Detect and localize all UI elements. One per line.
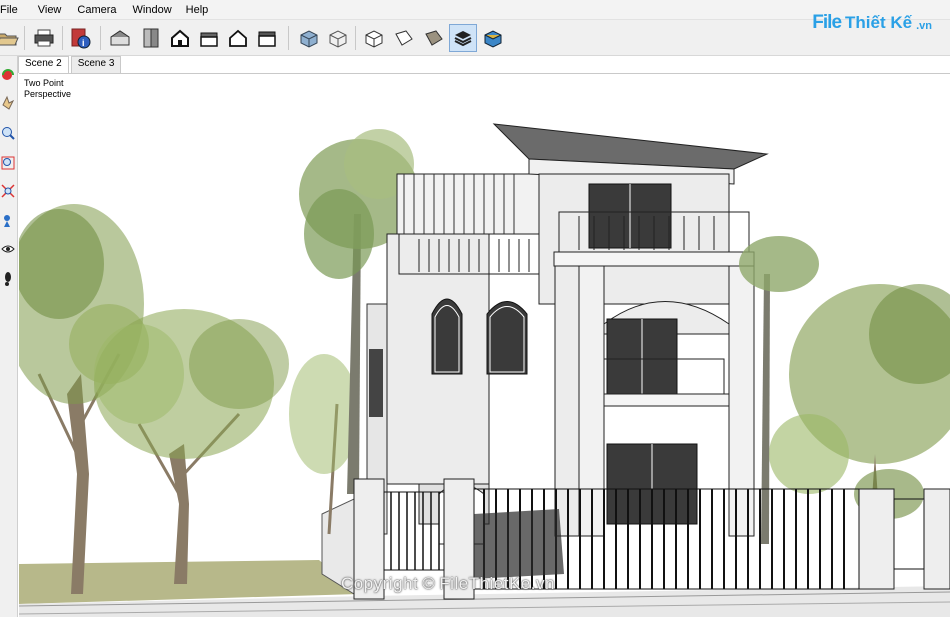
menu-window[interactable]: Window <box>125 4 180 16</box>
camera-mode-label: Two Point Perspective <box>24 78 71 100</box>
tree-left-2 <box>94 309 289 584</box>
logo-suffix-text: .vn <box>916 19 932 32</box>
back-view-icon[interactable] <box>224 24 252 52</box>
look-around-icon[interactable] <box>0 238 16 260</box>
print-icon[interactable] <box>30 24 58 52</box>
back-edges-style-icon[interactable] <box>479 24 507 52</box>
model-viewport[interactable]: Two Point Perspective Copyright © FileThie… <box>19 73 950 617</box>
copyright-watermark: Copyright © FileThietKe.vn <box>341 574 555 594</box>
tab-scene-3[interactable]: Scene 3 <box>70 56 122 73</box>
menu-camera[interactable]: Camera <box>69 4 124 16</box>
main-toolbar: i <box>0 20 950 56</box>
site-logo: File Thiết Kế .vn <box>812 12 932 34</box>
hidden-line-style-icon[interactable] <box>360 24 388 52</box>
walk-icon[interactable] <box>0 268 16 290</box>
open-icon[interactable] <box>0 24 22 52</box>
menu-bar: File View Camera Window Help <box>0 0 950 20</box>
camera-mode-line1: Two Point <box>24 78 64 88</box>
shaded-textures-style-icon[interactable] <box>420 24 448 52</box>
watermark-site-text: FileThietKe.vn <box>439 574 555 593</box>
wireframe-style-icon[interactable] <box>324 24 352 52</box>
logo-main-text: Thiết Kế <box>845 13 913 32</box>
zoom-extents-icon[interactable] <box>0 180 16 202</box>
watermark-symbol: © <box>422 574 436 593</box>
scene-render <box>19 123 950 617</box>
svg-text:i: i <box>82 38 85 48</box>
pan-icon[interactable] <box>0 92 16 114</box>
position-camera-icon[interactable] <box>0 210 16 232</box>
left-tool-strip <box>0 56 18 617</box>
top-view-icon[interactable] <box>137 24 165 52</box>
watermark-copyright-text: Copyright <box>341 574 419 593</box>
logo-file-text: File <box>812 12 842 33</box>
zoom-window-icon[interactable] <box>0 152 16 174</box>
xray-style-icon[interactable] <box>295 24 323 52</box>
menu-view[interactable]: View <box>26 4 70 16</box>
orbit-icon[interactable] <box>0 64 16 86</box>
front-view-icon[interactable] <box>166 24 194 52</box>
menu-file[interactable]: File <box>0 4 26 16</box>
scene-tabs: Scene 2 Scene 3 <box>18 56 123 73</box>
left-view-icon[interactable] <box>253 24 281 52</box>
menu-help[interactable]: Help <box>180 4 217 16</box>
zoom-icon[interactable] <box>0 122 16 144</box>
tab-scene-2[interactable]: Scene 2 <box>18 56 69 73</box>
shaded-style-icon[interactable] <box>390 24 418 52</box>
camera-mode-line2: Perspective <box>24 89 72 99</box>
right-view-icon[interactable] <box>195 24 223 52</box>
villa-model <box>366 123 769 545</box>
monochrome-style-icon[interactable] <box>449 24 477 52</box>
model-info-icon[interactable]: i <box>66 24 94 52</box>
iso-view-icon[interactable] <box>106 24 134 52</box>
